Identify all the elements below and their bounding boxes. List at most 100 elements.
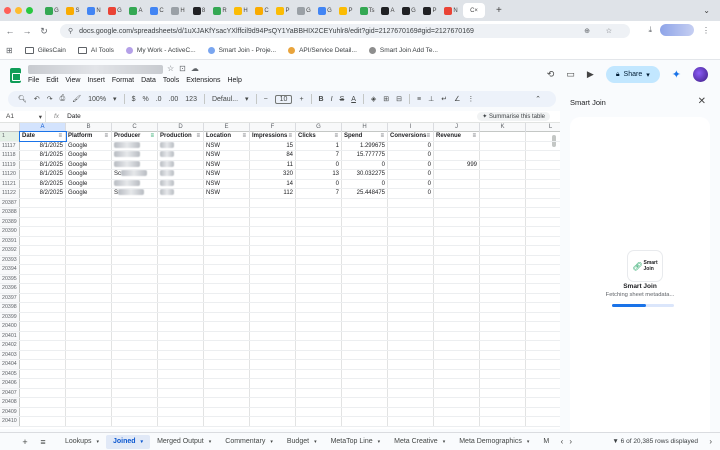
- chevron-down-icon[interactable]: ▾: [314, 439, 317, 445]
- maximize-window-button[interactable]: [26, 7, 33, 14]
- borders-icon[interactable]: ⊞: [383, 95, 389, 103]
- cell[interactable]: [158, 236, 204, 245]
- cell[interactable]: [250, 379, 296, 388]
- cell[interactable]: [158, 208, 204, 217]
- cell[interactable]: [480, 132, 526, 141]
- cell[interactable]: [296, 388, 342, 397]
- active-filter-icon[interactable]: ≡: [150, 132, 154, 141]
- browser-tab[interactable]: H: [169, 3, 187, 18]
- cell[interactable]: [112, 160, 158, 169]
- chevron-down-icon[interactable]: ▾: [270, 439, 273, 445]
- cell[interactable]: [388, 274, 434, 283]
- cell[interactable]: [526, 303, 560, 312]
- cell[interactable]: 0: [296, 179, 342, 188]
- row-number[interactable]: 11117: [0, 141, 20, 150]
- cell[interactable]: [204, 255, 250, 264]
- cell[interactable]: [526, 161, 560, 170]
- zoom-select[interactable]: 100%: [88, 96, 106, 103]
- cell[interactable]: [434, 331, 480, 340]
- bookmark-my-work[interactable]: My Work - ActiveC...: [125, 46, 196, 54]
- cell[interactable]: [20, 341, 66, 350]
- cell[interactable]: [526, 208, 560, 217]
- cell[interactable]: [296, 417, 342, 426]
- cell[interactable]: [526, 142, 560, 151]
- cell[interactable]: [112, 217, 158, 226]
- browser-tab[interactable]: G: [43, 3, 61, 18]
- cell[interactable]: 8/2/2025: [20, 189, 66, 198]
- chevron-down-icon[interactable]: ▾: [96, 439, 99, 445]
- cell[interactable]: [112, 417, 158, 426]
- cell[interactable]: [296, 284, 342, 293]
- cell[interactable]: [526, 389, 560, 398]
- cell[interactable]: [388, 417, 434, 426]
- cell[interactable]: [66, 417, 112, 426]
- cell[interactable]: [66, 360, 112, 369]
- cell[interactable]: [296, 293, 342, 302]
- cell[interactable]: [20, 360, 66, 369]
- cell[interactable]: [204, 379, 250, 388]
- cell[interactable]: 320: [250, 170, 296, 179]
- cell[interactable]: [388, 407, 434, 416]
- font-size-input[interactable]: 10: [274, 94, 293, 104]
- cell[interactable]: [66, 303, 112, 312]
- text-rotate-icon[interactable]: ∠: [454, 95, 460, 103]
- bookmark-star-icon[interactable]: ☆: [606, 27, 612, 35]
- sheet-tab-joined[interactable]: Joined ▾: [105, 434, 151, 449]
- gemini-sparkle-icon[interactable]: ✦: [672, 68, 681, 81]
- search-menus-icon[interactable]: 🔍︎: [18, 95, 27, 103]
- cell[interactable]: [204, 312, 250, 321]
- cell[interactable]: [342, 217, 388, 226]
- filter-icon[interactable]: ≡: [334, 132, 338, 141]
- cell[interactable]: [342, 388, 388, 397]
- cell[interactable]: [526, 417, 560, 426]
- cell[interactable]: [342, 350, 388, 359]
- cell[interactable]: 1: [296, 141, 342, 150]
- cell[interactable]: 84: [250, 151, 296, 160]
- cell[interactable]: Production ≡: [158, 132, 204, 141]
- cell[interactable]: Date ≡: [19, 131, 67, 142]
- cell[interactable]: [388, 217, 434, 226]
- cell[interactable]: [20, 227, 66, 236]
- cell[interactable]: [20, 350, 66, 359]
- row-number[interactable]: 20395: [0, 274, 20, 283]
- cell[interactable]: [526, 218, 560, 227]
- cell[interactable]: [158, 341, 204, 350]
- fill-color-icon[interactable]: ◈: [371, 95, 376, 103]
- menu-format[interactable]: Format: [112, 77, 134, 84]
- address-bar[interactable]: ⚲ docs.google.com/spreadsheets/d/1uXJAKf…: [60, 24, 630, 38]
- cell[interactable]: [526, 408, 560, 417]
- cell[interactable]: [158, 170, 204, 179]
- cell[interactable]: 8/1/2025: [20, 141, 66, 150]
- cell[interactable]: [112, 388, 158, 397]
- cell[interactable]: [526, 370, 560, 379]
- bookmark-ai-tools[interactable]: AI Tools: [77, 46, 114, 54]
- cell[interactable]: [20, 388, 66, 397]
- cell[interactable]: [158, 151, 204, 160]
- cell[interactable]: [388, 208, 434, 217]
- strikethrough-icon[interactable]: S: [340, 96, 345, 103]
- share-button[interactable]: 🔒︎ Share ▾: [605, 66, 660, 83]
- filter-icon[interactable]: ≡: [380, 132, 384, 141]
- cell[interactable]: [112, 398, 158, 407]
- cell[interactable]: [434, 208, 480, 217]
- browser-tab[interactable]: A: [379, 3, 397, 18]
- cell[interactable]: [66, 369, 112, 378]
- cell[interactable]: [342, 246, 388, 255]
- profile-button[interactable]: [660, 24, 694, 36]
- cell[interactable]: [204, 360, 250, 369]
- cell[interactable]: [342, 312, 388, 321]
- cell[interactable]: 30.032275: [342, 170, 388, 179]
- cell[interactable]: [388, 360, 434, 369]
- column-header-d[interactable]: D: [158, 123, 204, 132]
- row-number[interactable]: 20389: [0, 217, 20, 226]
- cell[interactable]: [20, 417, 66, 426]
- cell[interactable]: [296, 208, 342, 217]
- meet-video-icon[interactable]: ▶: [587, 69, 594, 80]
- cell[interactable]: [66, 217, 112, 226]
- align-horizontal-icon[interactable]: ≡: [417, 96, 421, 103]
- cell[interactable]: [526, 332, 560, 341]
- cell[interactable]: NSW: [204, 160, 250, 169]
- cell[interactable]: [20, 265, 66, 274]
- cell[interactable]: [388, 227, 434, 236]
- cell[interactable]: [112, 151, 158, 160]
